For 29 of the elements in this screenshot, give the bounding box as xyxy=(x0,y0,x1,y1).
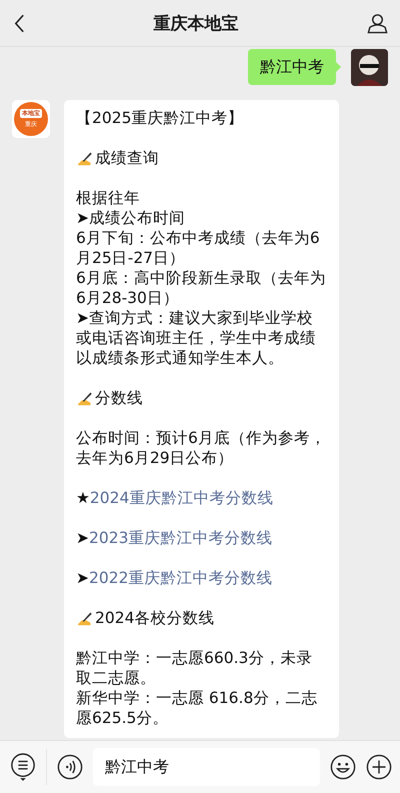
message-text: ➤查询方式：建议大家到毕业学校或电话咨询班主任，学生中考成绩以成绩条形式通知学生本人。 xyxy=(76,308,317,368)
menu-icon[interactable] xyxy=(10,753,36,781)
article-link[interactable]: 2022重庆黔江中考分数线 xyxy=(89,568,272,588)
message-text: 根据往年 xyxy=(76,188,141,208)
message-text: 6月下旬：公布中考成绩（去年为6月25日-27日） xyxy=(76,228,321,268)
message-text: 6月底：高中阶段新生录取（去年为6月28-30日） xyxy=(76,268,327,308)
message-text: 【2025重庆黔江中考】 xyxy=(76,108,244,128)
profile-icon[interactable] xyxy=(367,12,388,34)
add-icon[interactable] xyxy=(366,754,392,780)
message-text: 黔江中学：一志愿660.3分，未录取二志愿。 xyxy=(76,648,314,688)
article-link[interactable]: 2024重庆黔江中考分数线 xyxy=(90,488,274,508)
bubble-tail xyxy=(336,62,341,72)
section-heading: 2024各校分数线 xyxy=(95,608,214,628)
link-marker: ➤ xyxy=(76,568,89,588)
user-avatar xyxy=(351,49,388,86)
link-marker: ➤ xyxy=(76,528,89,548)
chat-title: 重庆本地宝 xyxy=(154,12,238,34)
message-text: 公布时间：预计6月底（作为参考，去年为6月29日公布） xyxy=(76,428,327,468)
sent-message: 黔江中考 xyxy=(248,49,336,85)
message-text: ➤成绩公布时间 xyxy=(76,208,186,228)
back-icon[interactable] xyxy=(14,14,25,32)
message-input[interactable]: 黔江中考 xyxy=(93,748,320,786)
message-text: 新华中学：一志愿 616.8分，二志愿625.5分。 xyxy=(76,688,318,728)
section-heading: 分数线 xyxy=(95,388,143,408)
article-link[interactable]: 2023重庆黔江中考分数线 xyxy=(89,528,272,548)
link-marker: ★ xyxy=(76,488,90,508)
section-heading: 成绩查询 xyxy=(95,148,159,168)
voice-icon[interactable] xyxy=(57,754,83,780)
emoji-icon[interactable] xyxy=(330,754,356,780)
